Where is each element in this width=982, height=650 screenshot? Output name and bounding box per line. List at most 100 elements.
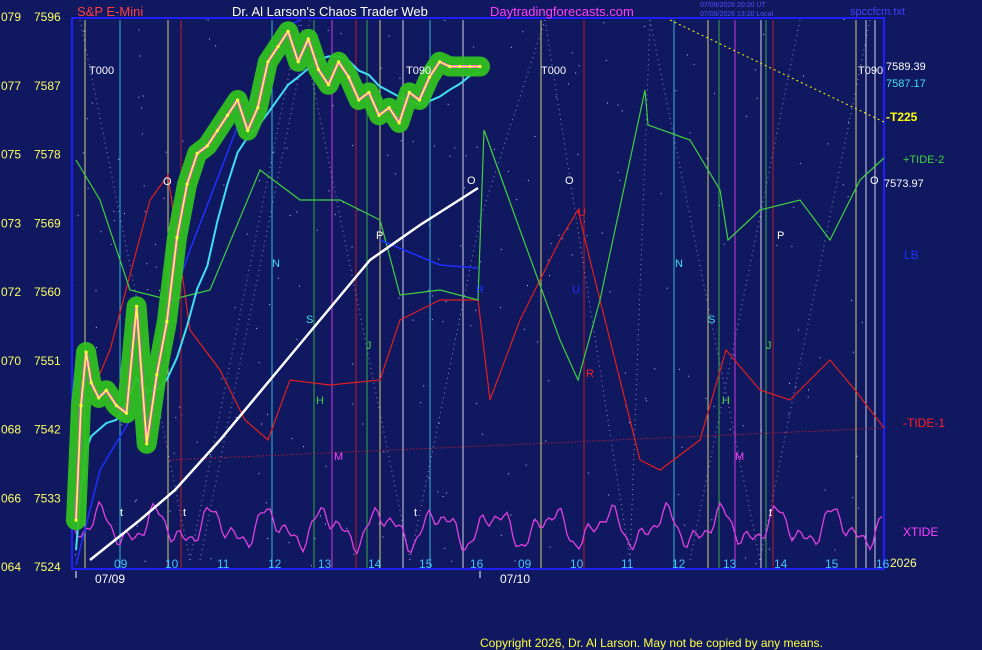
- star-dot: [803, 75, 804, 77]
- letter-marker: O: [870, 175, 879, 187]
- price-point: [205, 144, 209, 148]
- star-dot: [624, 372, 626, 374]
- star-dot: [575, 72, 577, 74]
- star-dot: [118, 158, 120, 160]
- star-dot: [684, 524, 686, 526]
- star-dot: [256, 327, 258, 329]
- star-dot: [438, 422, 440, 424]
- star-dot: [654, 368, 656, 370]
- star-dot: [617, 171, 619, 173]
- price-point: [448, 64, 452, 69]
- star-dot: [273, 151, 275, 153]
- price-point: [145, 442, 149, 446]
- star-dot: [793, 206, 795, 208]
- star-dot: [207, 19, 209, 21]
- y-tick-price: 7569: [34, 216, 61, 230]
- star-dot: [173, 452, 175, 454]
- star-dot: [603, 22, 605, 24]
- star-dot: [689, 132, 691, 134]
- star-dot: [534, 136, 536, 137]
- star-dot: [609, 291, 611, 293]
- star-dot: [842, 184, 844, 186]
- letter-marker: O: [467, 175, 476, 187]
- y-tick-points: 070: [1, 354, 21, 368]
- star-dot: [733, 354, 735, 356]
- y-tick-price: 7587: [34, 79, 61, 93]
- star-dot: [686, 54, 688, 56]
- star-dot: [412, 319, 414, 321]
- y-tick-points: 079: [1, 10, 21, 24]
- price-point: [124, 411, 129, 415]
- star-dot: [141, 133, 143, 135]
- price-point: [97, 396, 101, 400]
- copyright-notice: Copyright 2026, Dr. Al Larson. May not b…: [480, 636, 823, 650]
- star-dot: [143, 185, 145, 187]
- price-point: [407, 90, 411, 94]
- star-dot: [454, 147, 456, 149]
- star-dot: [110, 243, 112, 245]
- lb-label: LB: [904, 248, 919, 262]
- star-dot: [799, 162, 801, 164]
- author-title: Dr. Al Larson's Chaos Trader Web: [232, 4, 428, 19]
- price-point: [417, 98, 421, 102]
- star-dot: [476, 403, 478, 405]
- letter-marker: S: [306, 314, 313, 326]
- star-dot: [744, 557, 746, 559]
- star-dot: [95, 290, 97, 292]
- price-point: [458, 64, 462, 69]
- price-point: [337, 60, 341, 64]
- star-dot: [135, 499, 137, 501]
- star-dot: [141, 107, 143, 109]
- star-dot: [621, 110, 623, 112]
- last-price-label: 7589.39: [886, 61, 926, 73]
- star-dot: [507, 170, 509, 172]
- letter-marker: P: [777, 230, 784, 242]
- star-dot: [163, 197, 165, 199]
- star-dot: [303, 446, 304, 448]
- cycle-label: T090: [858, 65, 883, 77]
- star-dot: [179, 406, 181, 408]
- star-dot: [555, 96, 557, 98]
- star-dot: [388, 35, 390, 37]
- star-dot: [261, 423, 263, 425]
- price-point: [74, 518, 78, 522]
- tide2-label: +TIDE-2: [903, 154, 944, 166]
- star-dot: [776, 245, 778, 246]
- letter-marker: M: [334, 451, 343, 463]
- star-dot: [340, 33, 342, 35]
- star-dot: [223, 184, 225, 186]
- star-dot: [144, 211, 146, 213]
- site-link[interactable]: Daytradingforecasts.com: [490, 4, 634, 19]
- price-point: [266, 60, 270, 64]
- price-point: [79, 404, 83, 408]
- x-tick-hour: 14: [368, 557, 382, 571]
- star-dot: [558, 234, 560, 236]
- y-tick-points: 075: [1, 148, 21, 162]
- star-dot: [660, 193, 662, 195]
- star-dot: [142, 95, 144, 97]
- star-dot: [399, 77, 401, 79]
- star-dot: [433, 145, 435, 147]
- price-point: [236, 98, 240, 102]
- star-dot: [571, 254, 573, 256]
- star-dot: [523, 328, 525, 330]
- star-dot: [577, 153, 579, 155]
- star-dot: [196, 441, 198, 443]
- star-dot: [428, 477, 430, 479]
- star-dot: [175, 417, 177, 419]
- cycle-label: T000: [541, 65, 566, 77]
- star-dot: [83, 30, 85, 32]
- star-dot: [210, 454, 212, 456]
- star-dot: [500, 249, 502, 250]
- star-dot: [316, 229, 318, 231]
- star-dot: [464, 187, 466, 189]
- star-dot: [139, 55, 141, 57]
- star-dot: [754, 69, 756, 71]
- star-dot: [500, 534, 502, 536]
- star-dot: [138, 96, 140, 98]
- star-dot: [601, 232, 603, 234]
- star-dot: [86, 118, 88, 120]
- star-dot: [711, 519, 713, 521]
- star-dot: [723, 243, 725, 245]
- star-dot: [147, 289, 149, 291]
